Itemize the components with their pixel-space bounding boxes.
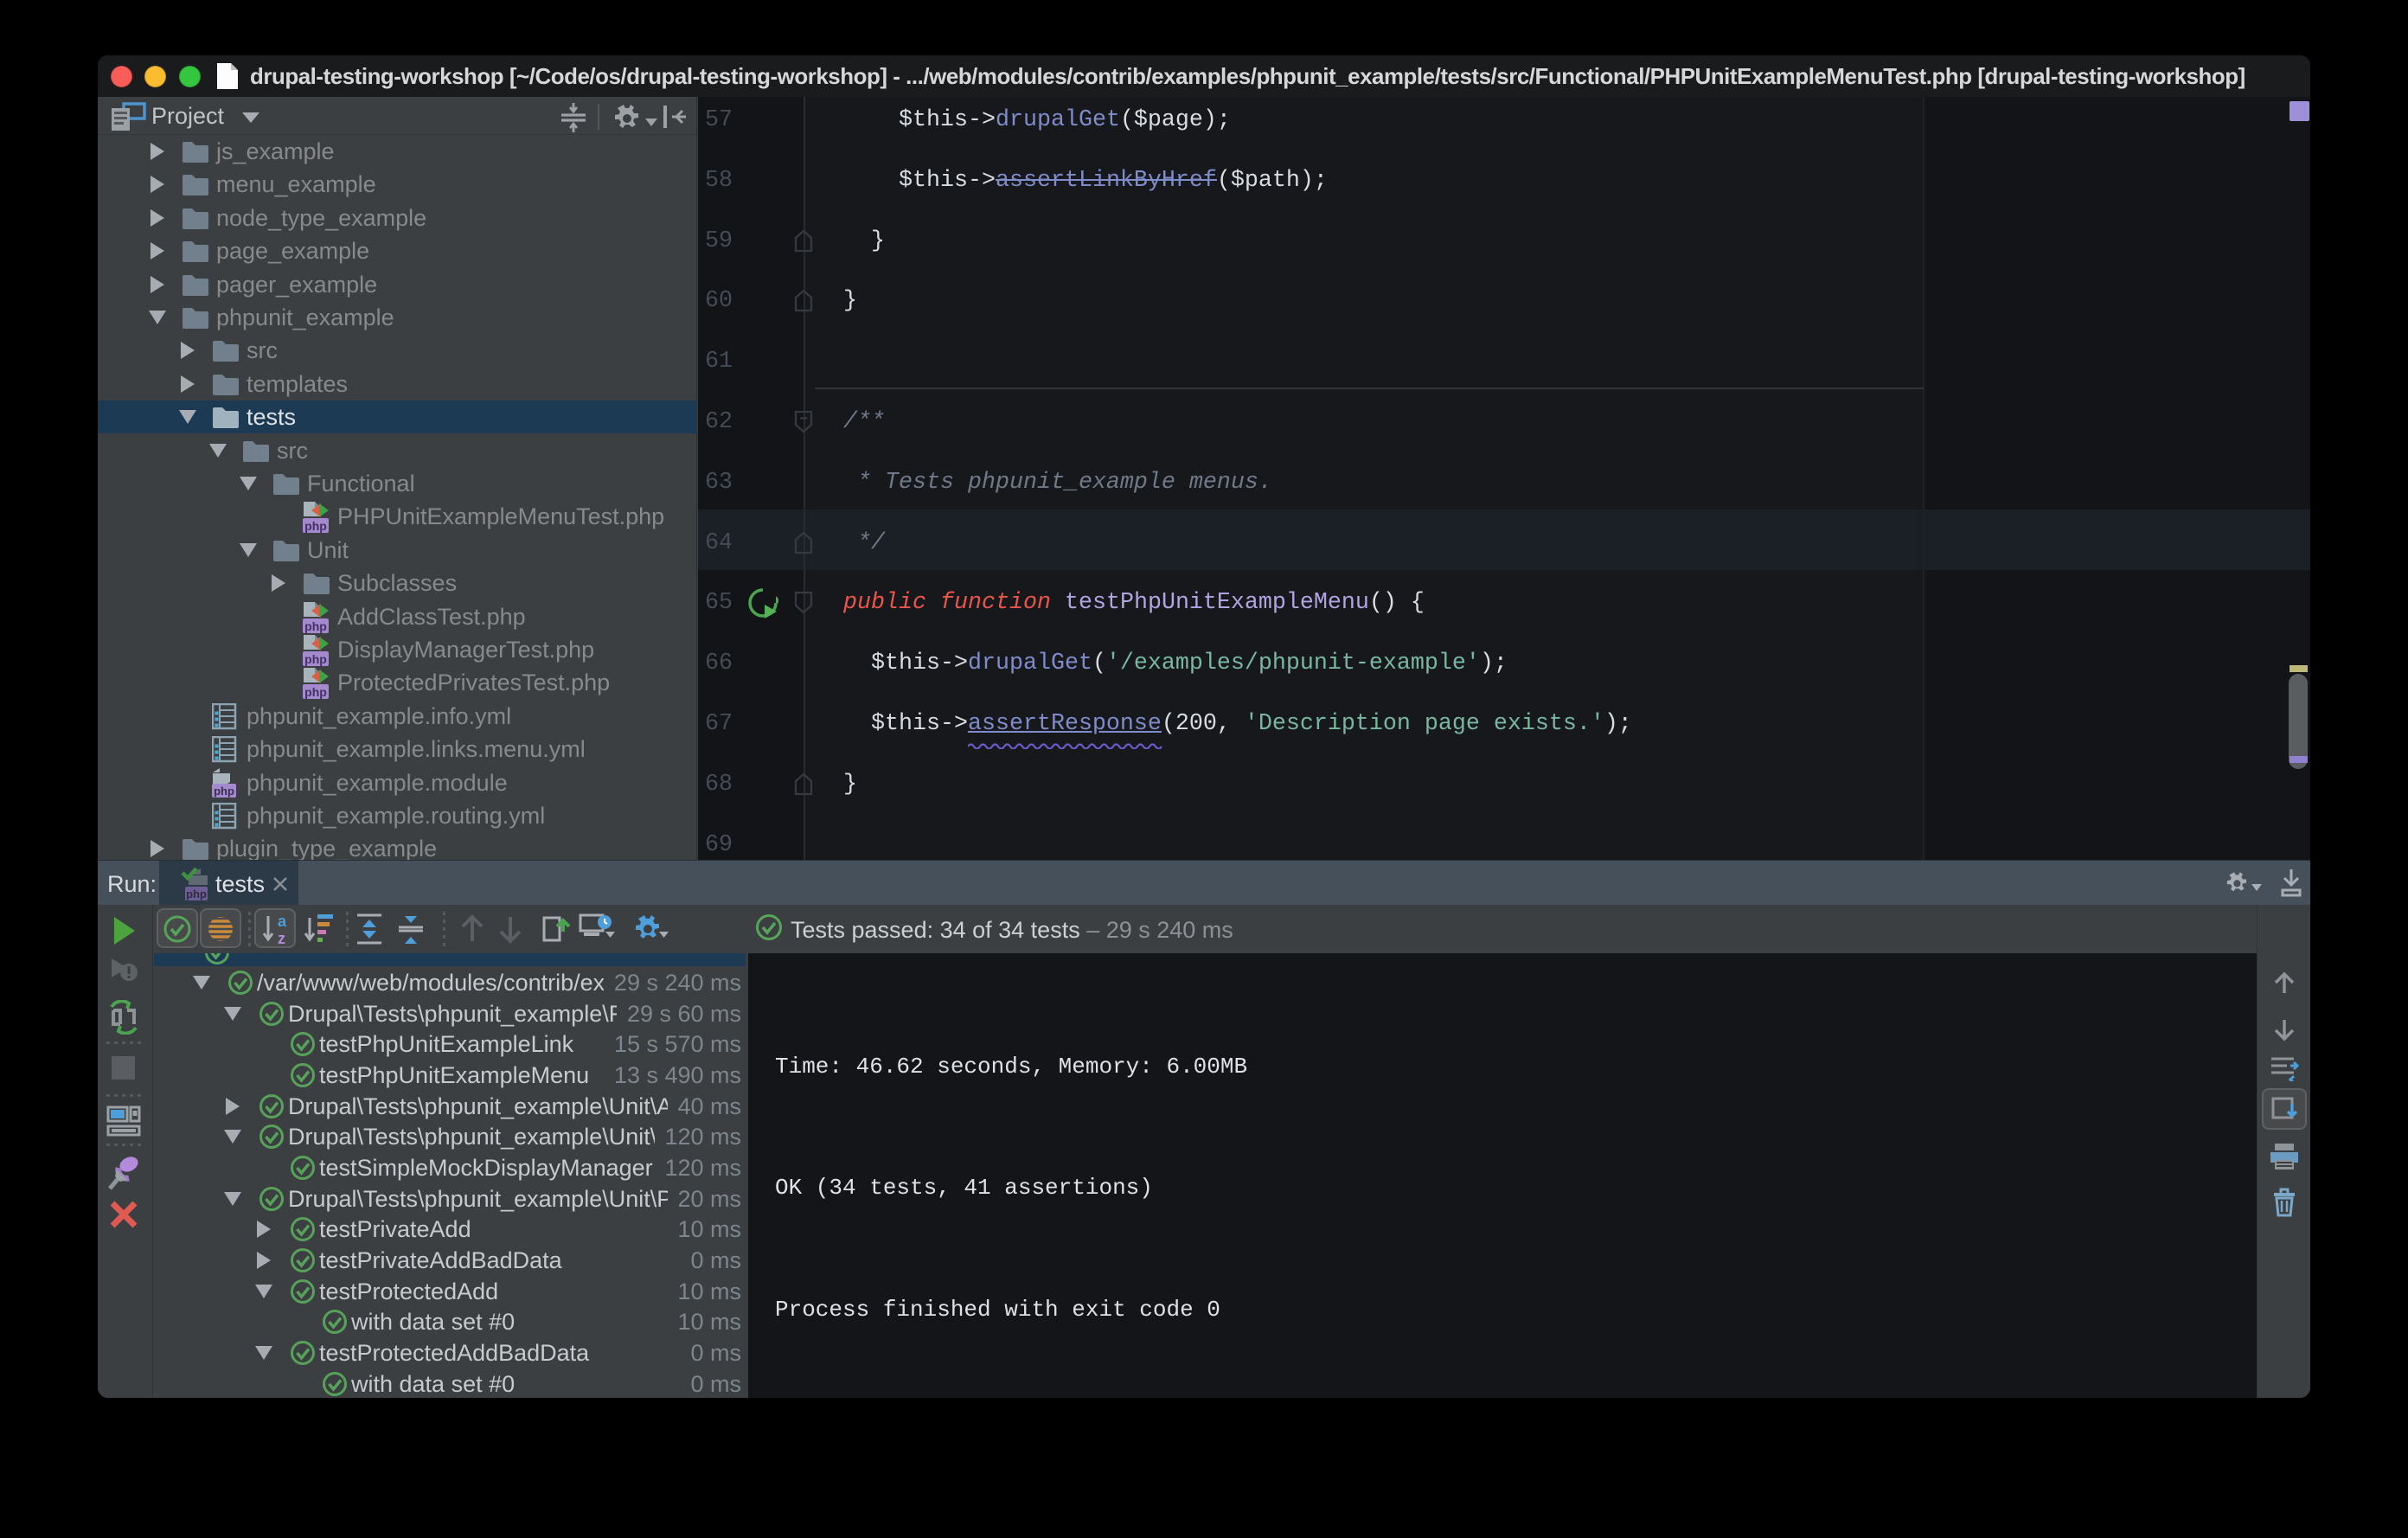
- svg-text:php: php: [304, 519, 327, 533]
- svg-text:php: php: [186, 888, 207, 900]
- svg-text:php: php: [304, 652, 327, 666]
- svg-text:a: a: [278, 913, 287, 930]
- svg-text:php: php: [304, 685, 327, 699]
- svg-text:php: php: [304, 619, 327, 633]
- svg-text:php: php: [214, 785, 234, 798]
- svg-text:z: z: [278, 930, 285, 945]
